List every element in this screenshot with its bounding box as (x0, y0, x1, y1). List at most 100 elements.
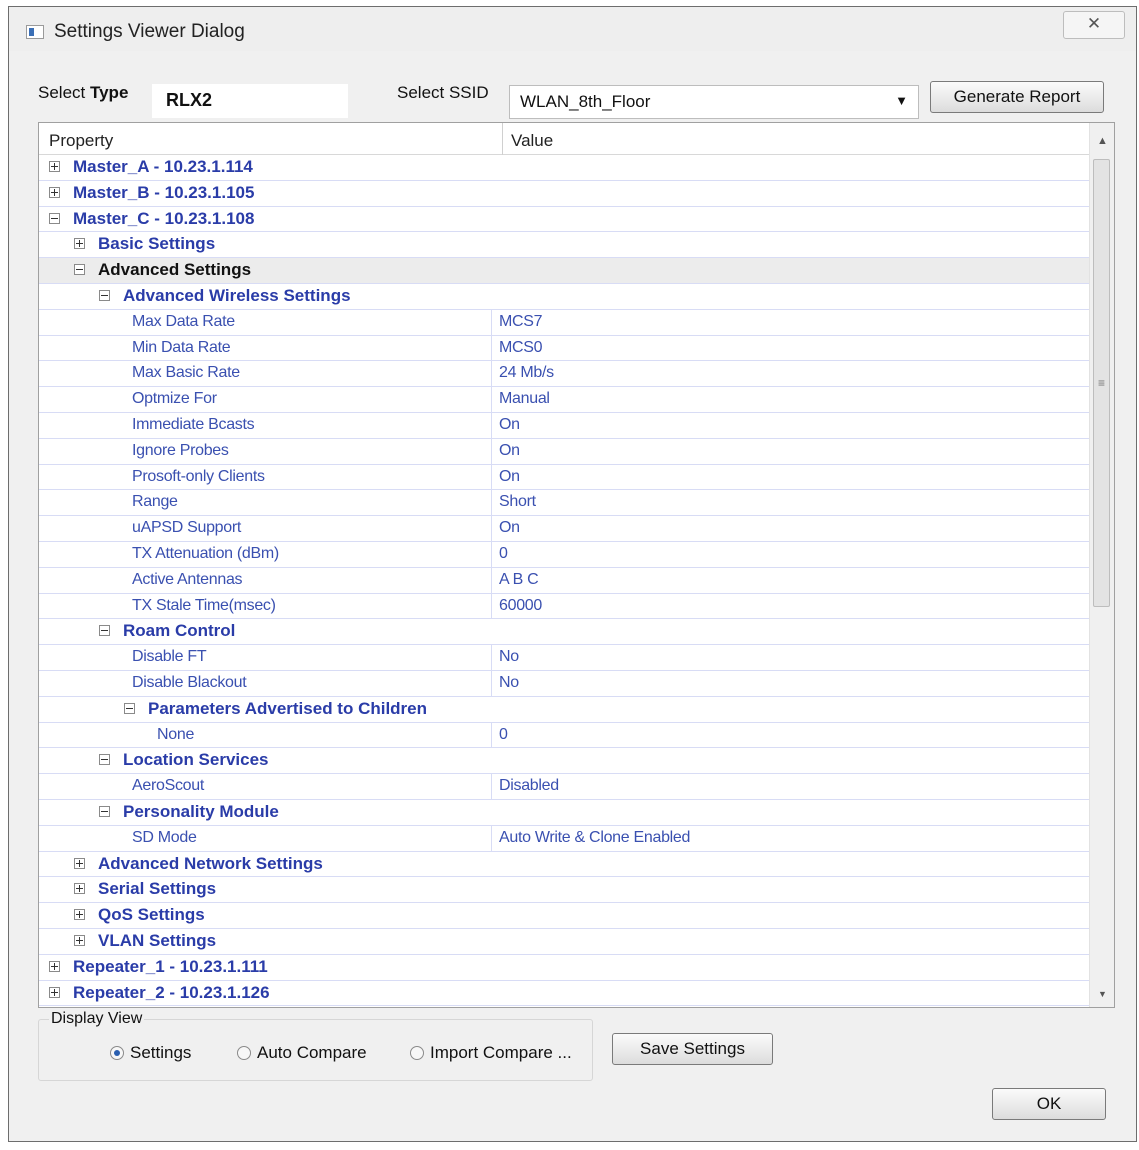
expand-icon[interactable] (74, 857, 85, 869)
collapse-icon[interactable] (99, 805, 110, 817)
ok-button[interactable]: OK (992, 1088, 1106, 1120)
grid-property-row[interactable]: Max Basic Rate 24 Mb/s (39, 361, 1089, 388)
grid-category-row[interactable]: Advanced Settings (39, 258, 1089, 284)
radio-settings[interactable]: Settings (110, 1043, 191, 1063)
column-header-property[interactable]: Property (49, 131, 113, 151)
radio-dot[interactable] (237, 1046, 251, 1060)
category-label: Master_A - 10.23.1.114 (73, 157, 253, 176)
property-value[interactable]: Disabled (499, 777, 559, 795)
app-icon (26, 25, 44, 39)
scrollbar-thumb[interactable]: ≡ (1093, 159, 1110, 607)
grid-category-row[interactable]: Serial Settings (39, 877, 1089, 904)
scroll-down-arrow-icon[interactable]: ▼ (1098, 989, 1107, 999)
grid-category-row[interactable]: Master_A - 10.23.1.114 (39, 155, 1089, 181)
category-label: VLAN Settings (98, 930, 217, 950)
grid-property-row[interactable]: Disable Blackout No (39, 670, 1089, 697)
property-value[interactable]: On (499, 519, 520, 537)
grid-category-row[interactable]: Roam Control (39, 619, 1089, 646)
grid-property-row[interactable]: SD Mode Auto Write & Clone Enabled (39, 825, 1089, 852)
column-divider (491, 438, 492, 464)
column-divider (491, 361, 492, 387)
category-label: Repeater_2 - 10.23.1.126 (73, 982, 270, 1002)
property-value[interactable]: 60000 (499, 597, 542, 615)
expand-icon[interactable] (49, 161, 60, 172)
grid-property-row[interactable]: Optmize For Manual (39, 387, 1089, 413)
property-value[interactable]: MCS0 (499, 339, 543, 357)
property-value[interactable]: On (499, 468, 520, 486)
grid-property-row[interactable]: Active Antennas A B C (39, 567, 1089, 594)
grid-property-row[interactable]: TX Stale Time(msec) 60000 (39, 593, 1089, 620)
radio-dot[interactable] (410, 1046, 424, 1060)
category-label: Master_B - 10.23.1.105 (73, 182, 255, 202)
grid-property-row[interactable]: None 0 (39, 722, 1089, 749)
grid-category-row[interactable]: Master_C - 10.23.1.108 (39, 207, 1089, 233)
grid-property-row[interactable]: AeroScout Disabled (39, 774, 1089, 800)
generate-report-button[interactable]: Generate Report (930, 81, 1104, 113)
expand-icon[interactable] (74, 238, 85, 250)
collapse-icon[interactable] (99, 625, 110, 637)
radio-dot[interactable] (110, 1046, 124, 1060)
dropdown-arrow-icon: ▼ (895, 93, 908, 108)
property-value[interactable]: Manual (499, 390, 550, 408)
expand-icon[interactable] (74, 883, 85, 895)
grid-property-row[interactable]: uAPSD Support On (39, 516, 1089, 542)
property-value[interactable]: On (499, 416, 520, 434)
collapse-icon[interactable] (124, 702, 135, 714)
grid-category-row[interactable]: QoS Settings (39, 903, 1089, 929)
grid-category-row[interactable]: Personality Module (39, 800, 1089, 826)
radio-auto-compare[interactable]: Auto Compare (237, 1043, 367, 1063)
property-value[interactable]: No (499, 648, 519, 666)
grid-category-row[interactable]: Basic Settings (39, 232, 1089, 259)
grid-category-row[interactable]: Repeater_1 - 10.23.1.111 (39, 955, 1089, 981)
grid-property-row[interactable]: Prosoft-only Clients On (39, 464, 1089, 491)
grid-category-row[interactable]: Repeater_2 - 10.23.1.126 (39, 981, 1089, 1007)
type-field[interactable]: RLX2 (152, 84, 348, 118)
select-ssid-label: Select SSID (397, 83, 489, 102)
category-label: Roam Control (123, 621, 236, 641)
grid-category-row[interactable]: Advanced Wireless Settings (39, 284, 1089, 310)
collapse-icon[interactable] (99, 754, 110, 766)
expand-icon[interactable] (74, 909, 85, 921)
expand-icon[interactable] (49, 960, 60, 972)
property-value[interactable]: On (499, 442, 520, 460)
property-grid[interactable]: Property Value Master_A - 10.23.1.114 Mas… (38, 122, 1115, 1008)
vertical-scrollbar[interactable]: ▲ ≡ ▼ (1089, 123, 1114, 1007)
expand-icon[interactable] (49, 986, 60, 998)
close-button[interactable]: ✕ (1063, 11, 1125, 39)
property-value[interactable]: A B C (499, 571, 539, 589)
property-name: TX Stale Time(msec) (132, 596, 276, 614)
grid-category-row[interactable]: Master_B - 10.23.1.105 (39, 181, 1089, 207)
collapse-icon[interactable] (99, 289, 110, 301)
grid-category-row[interactable]: Parameters Advertised to Children (39, 697, 1089, 723)
grid-property-row[interactable]: Disable FT No (39, 645, 1089, 671)
grid-property-row[interactable]: TX Attenuation (dBm) 0 (39, 541, 1089, 568)
save-settings-button[interactable]: Save Settings (612, 1033, 773, 1065)
column-separator[interactable] (502, 123, 503, 155)
property-value[interactable]: 0 (499, 726, 508, 744)
scroll-up-arrow-icon[interactable]: ▲ (1097, 135, 1108, 147)
expand-icon[interactable] (74, 934, 85, 946)
column-header-value[interactable]: Value (511, 131, 553, 151)
radio-import-compare[interactable]: Import Compare ... (410, 1043, 572, 1063)
property-value[interactable]: No (499, 674, 519, 692)
property-name: Optmize For (132, 390, 217, 408)
collapse-icon[interactable] (74, 264, 85, 276)
ssid-select[interactable]: WLAN_8th_Floor ▼ (509, 85, 919, 119)
column-divider (491, 541, 492, 567)
property-value[interactable]: Short (499, 493, 536, 511)
property-value[interactable]: Auto Write & Clone Enabled (499, 829, 690, 847)
grid-property-row[interactable]: Ignore Probes On (39, 438, 1089, 465)
grid-category-row[interactable]: VLAN Settings (39, 929, 1089, 955)
grid-property-row[interactable]: Immediate Bcasts On (39, 412, 1089, 439)
expand-icon[interactable] (49, 186, 60, 198)
property-value[interactable]: MCS7 (499, 313, 543, 331)
grid-category-row[interactable]: Advanced Network Settings (39, 852, 1089, 878)
collapse-icon[interactable] (49, 212, 60, 224)
grid-property-row[interactable]: Min Data Rate MCS0 (39, 335, 1089, 362)
grid-property-row[interactable]: Max Data Rate MCS7 (39, 309, 1089, 336)
radio-label: Settings (130, 1043, 192, 1062)
property-value[interactable]: 0 (499, 545, 508, 563)
grid-category-row[interactable]: Location Services (39, 748, 1089, 775)
grid-property-row[interactable]: Range Short (39, 490, 1089, 517)
property-value[interactable]: 24 Mb/s (499, 364, 554, 382)
